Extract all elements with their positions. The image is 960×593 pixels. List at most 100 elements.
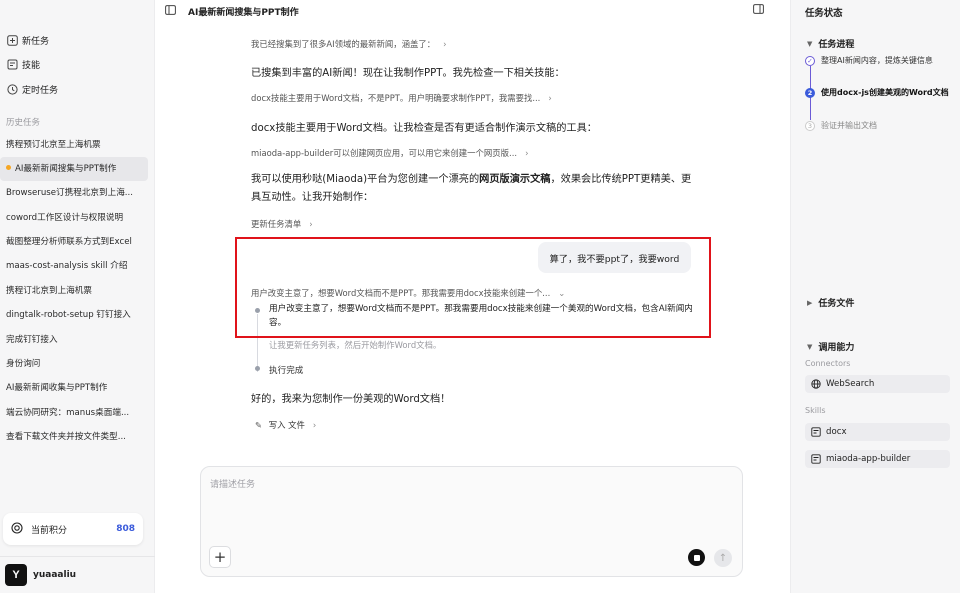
- sidebar-toggle-icon[interactable]: [165, 4, 176, 18]
- step-text: 更新任务清单: [251, 219, 302, 229]
- page-title: AI最新新闻搜集与PPT制作: [188, 7, 299, 18]
- sidebar-item-label: 新任务: [22, 36, 50, 47]
- right-panel-toggle-icon[interactable]: [753, 4, 764, 17]
- left-sidebar: 新任务 技能 定时任务 历史任务 携程预订北京至上海机票 AI最新新闻搜集与PPT…: [0, 0, 155, 593]
- collapsed-step-miaoda[interactable]: miaoda-app-builder可以创建网页应用，可以用它来创建一个网页版.…: [251, 147, 528, 159]
- history-item[interactable]: 完成钉钉接入: [0, 328, 154, 352]
- history-item-label: 端云协同研究：manus桌面端...: [6, 407, 130, 418]
- collapsed-step-news[interactable]: 我已经搜集到了很多AI领域的最新新闻，涵盖了： ›: [251, 38, 446, 50]
- history-item[interactable]: coword工作区设计与权限说明: [0, 206, 154, 230]
- history-item[interactable]: dingtalk-robot-setup 钉钉接入: [0, 303, 154, 327]
- section-label: 调用能力: [818, 343, 855, 353]
- globe-icon: [811, 379, 821, 389]
- connector-websearch[interactable]: WebSearch: [805, 375, 950, 393]
- progress-section-header[interactable]: ▼ 任务进程: [807, 37, 855, 51]
- skills-icon: [6, 59, 18, 71]
- skill-icon: [811, 427, 821, 437]
- history-item[interactable]: AI最新新闻收集与PPT制作: [0, 376, 154, 400]
- clock-icon: [6, 83, 18, 95]
- skill-docx[interactable]: docx: [805, 423, 950, 441]
- add-attachment-button[interactable]: +: [209, 546, 231, 568]
- send-button[interactable]: ↑: [714, 549, 732, 567]
- step-label: 验证并输出文档: [821, 121, 877, 130]
- history-item-label: 携程预订北京至上海机票: [6, 139, 101, 150]
- history-item[interactable]: 携程预订北京至上海机票: [0, 133, 154, 157]
- exec-done-label: 执行完成: [269, 366, 304, 376]
- history-item-label: 身份询问: [6, 359, 41, 370]
- skill-name: docx: [826, 427, 847, 437]
- task-status-panel: 任务状态 ▼ 任务进程 ✓ 整理AI新闻内容，提炼关键信息 2 使用docx-j…: [790, 0, 960, 593]
- history-item-label: dingtalk-robot-setup 钉钉接入: [6, 310, 131, 321]
- history-item[interactable]: Browseruse订携程北京到上海...: [0, 181, 154, 205]
- new-task-icon: [6, 34, 18, 46]
- credits-card[interactable]: 当前积分 808: [3, 513, 143, 545]
- chevron-right-icon: ›: [525, 148, 529, 158]
- active-dot-icon: [6, 164, 11, 170]
- step-text: miaoda-app-builder可以创建网页应用，可以用它来创建一个网页版.…: [251, 148, 518, 158]
- credits-value: 808: [116, 524, 135, 534]
- task-composer[interactable]: 请描述任务 + ↑: [200, 466, 743, 577]
- history-item-label: 完成钉钉接入: [6, 334, 58, 345]
- stop-icon: [693, 554, 700, 561]
- history-item-label: maas-cost-analysis skill 介绍: [6, 261, 128, 272]
- stop-button[interactable]: [688, 549, 705, 566]
- section-label: 任务进程: [818, 40, 855, 50]
- sidebar-item-skills[interactable]: 技能: [0, 53, 154, 78]
- step-number: 2: [805, 87, 815, 98]
- history-item[interactable]: 截图整理分析师联系方式到Excel: [0, 230, 154, 254]
- assistant-message: 已搜集到丰富的AI新闻！现在让我制作PPT。我先检查一下相关技能：: [251, 68, 565, 79]
- step-label: 使用docx-js创建美观的Word文档: [821, 88, 949, 97]
- assistant-message: docx技能主要用于Word文档。让我检查是否有更适合制作演示文稿的工具：: [251, 123, 597, 134]
- history-item[interactable]: AI最新新闻搜集与PPT制作: [0, 156, 148, 182]
- chevron-right-icon: ›: [443, 39, 447, 49]
- progress-step-1: ✓ 整理AI新闻内容，提炼关键信息: [805, 55, 933, 66]
- assistant-reply: 好的，我来为您制作一份美观的Word文档！: [251, 394, 451, 405]
- panel-title: 任务状态: [805, 8, 843, 19]
- sidebar-item-scheduled[interactable]: 定时任务: [0, 77, 154, 102]
- skill-miaoda-app-builder[interactable]: miaoda-app-builder: [805, 450, 950, 468]
- capabilities-section-header[interactable]: ▼ 调用能力: [807, 340, 855, 354]
- check-icon: ✓: [805, 55, 815, 66]
- history-item-label: AI最新新闻搜集与PPT制作: [15, 163, 117, 174]
- history-list: 携程预订北京至上海机票 AI最新新闻搜集与PPT制作 Browseruse订携程北京…: [0, 133, 154, 450]
- chevron-right-icon: ›: [309, 219, 313, 229]
- history-item[interactable]: 身份询问: [0, 352, 154, 376]
- history-item-label: AI最新新闻收集与PPT制作: [6, 383, 108, 394]
- plus-icon: +: [213, 548, 227, 566]
- credits-icon: [11, 521, 23, 537]
- history-item-label: 截图整理分析师联系方式到Excel: [6, 237, 132, 248]
- sidebar-item-new-task[interactable]: 新任务: [0, 28, 154, 53]
- step-text: 我已经搜集到了很多AI领域的最新新闻，涵盖了：: [251, 39, 436, 49]
- connectors-label: Connectors: [805, 359, 851, 368]
- main-area: AI最新新闻搜集与PPT制作 我已经搜集到了很多AI领域的最新新闻，涵盖了： › …: [155, 0, 790, 593]
- skills-label: Skills: [805, 406, 826, 415]
- history-item-label: 查看下载文件夹并按文件类型...: [6, 432, 126, 443]
- step-number: 3: [805, 120, 815, 131]
- user-profile[interactable]: Y yuaaaliu: [0, 556, 155, 593]
- para-text: 我可以使用秒哒(Miaoda)平台为您创建一个漂亮的: [251, 174, 480, 185]
- chevron-right-icon: ›: [312, 420, 317, 430]
- write-file-step[interactable]: ✎ 写入 文件 ›: [255, 419, 316, 431]
- files-section-header[interactable]: ▶ 任务文件: [807, 296, 854, 310]
- history-item-label: Browseruse订携程北京到上海...: [6, 188, 133, 199]
- update-task-list-step[interactable]: 更新任务清单 ›: [251, 218, 313, 230]
- collapsed-step-docx[interactable]: docx技能主要用于Word文档，不是PPT。用户明确要求制作PPT，我需要找.…: [251, 92, 552, 104]
- quill-icon: ✎: [255, 420, 263, 430]
- step-text: 写入 文件: [268, 420, 305, 430]
- task-input-placeholder[interactable]: 请描述任务: [210, 477, 255, 490]
- caret-down-icon: ▼: [807, 39, 813, 48]
- connector-name: WebSearch: [826, 379, 875, 389]
- arrow-up-icon: ↑: [718, 552, 728, 564]
- history-item[interactable]: 携程订北京到上海机票: [0, 279, 154, 303]
- caret-down-icon: ▼: [807, 342, 813, 351]
- step-text: docx技能主要用于Word文档，不是PPT。用户明确要求制作PPT，我需要找.…: [251, 93, 541, 103]
- skill-name: miaoda-app-builder: [826, 454, 911, 464]
- history-item[interactable]: 端云协同研究：manus桌面端...: [0, 401, 154, 425]
- history-item[interactable]: 查看下载文件夹并按文件类型...: [0, 425, 154, 449]
- history-item[interactable]: maas-cost-analysis skill 介绍: [0, 254, 154, 278]
- thinking-next: 让我更新任务列表，然后开始制作Word文档。: [269, 340, 442, 350]
- caret-right-icon: ▶: [807, 298, 813, 307]
- timeline-bullet: [255, 366, 260, 371]
- para-bold-text: 网页版演示文稿: [479, 174, 551, 185]
- credits-label: 当前积分: [31, 525, 68, 536]
